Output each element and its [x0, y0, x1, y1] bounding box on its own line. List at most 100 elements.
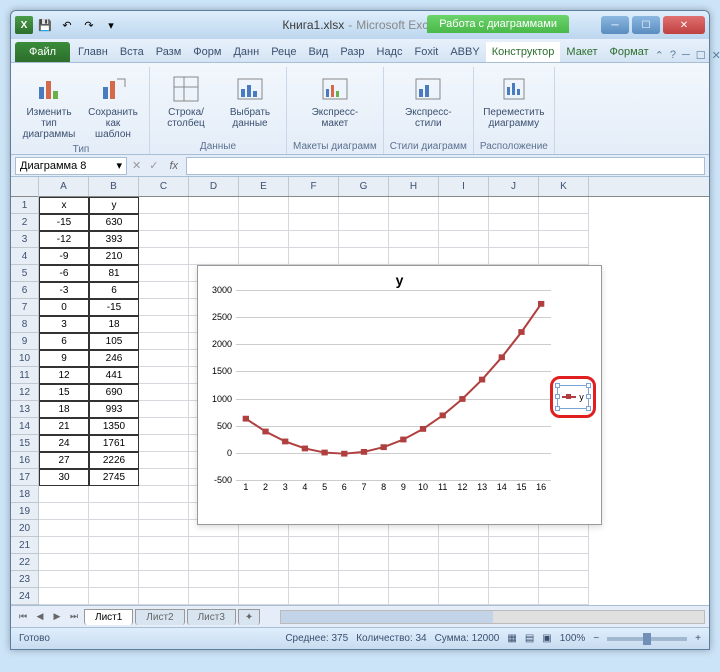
- cell[interactable]: 0: [39, 299, 89, 316]
- ribbon-button[interactable]: Сохранить как шаблон: [83, 71, 143, 142]
- ribbon-button[interactable]: Экспресс-макет: [305, 71, 365, 131]
- cell[interactable]: 21: [39, 418, 89, 435]
- cell[interactable]: x: [39, 197, 89, 214]
- cell[interactable]: [289, 554, 339, 571]
- row-header[interactable]: 14: [11, 418, 38, 435]
- cell[interactable]: 18: [39, 401, 89, 418]
- cell[interactable]: 81: [89, 265, 139, 282]
- cell[interactable]: [39, 554, 89, 571]
- zoom-level[interactable]: 100%: [560, 633, 586, 644]
- column-header[interactable]: H: [389, 177, 439, 196]
- cell[interactable]: y: [89, 197, 139, 214]
- cell[interactable]: [89, 503, 139, 520]
- cell[interactable]: [39, 520, 89, 537]
- cell[interactable]: [439, 214, 489, 231]
- row-header[interactable]: 15: [11, 435, 38, 452]
- cell[interactable]: [289, 537, 339, 554]
- cell[interactable]: [39, 571, 89, 588]
- cell[interactable]: 3: [39, 316, 89, 333]
- ribbon-tab[interactable]: Foxit: [408, 42, 444, 62]
- zoom-out-button[interactable]: −: [593, 633, 599, 644]
- ribbon-button[interactable]: Изменить тип диаграммы: [19, 71, 79, 142]
- cell[interactable]: 441: [89, 367, 139, 384]
- row-header[interactable]: 23: [11, 571, 38, 588]
- cell[interactable]: [489, 554, 539, 571]
- row-header[interactable]: 3: [11, 231, 38, 248]
- ribbon-tab[interactable]: Разм: [150, 42, 188, 62]
- cell[interactable]: [39, 486, 89, 503]
- cell[interactable]: [539, 554, 589, 571]
- cell[interactable]: [89, 588, 139, 605]
- fx-icon[interactable]: fx: [163, 160, 184, 172]
- cell[interactable]: [389, 197, 439, 214]
- row-header[interactable]: 13: [11, 401, 38, 418]
- cell[interactable]: [39, 588, 89, 605]
- cell[interactable]: [139, 316, 189, 333]
- cell[interactable]: 630: [89, 214, 139, 231]
- cell[interactable]: [339, 571, 389, 588]
- zoom-in-button[interactable]: +: [695, 633, 701, 644]
- column-header[interactable]: F: [289, 177, 339, 196]
- cell[interactable]: [139, 214, 189, 231]
- cell[interactable]: [389, 554, 439, 571]
- cell[interactable]: 690: [89, 384, 139, 401]
- ribbon-button[interactable]: Выбрать данные: [220, 71, 280, 131]
- ribbon-button[interactable]: Экспресс-стили: [398, 71, 458, 131]
- cell[interactable]: [139, 197, 189, 214]
- cell[interactable]: [339, 231, 389, 248]
- cell[interactable]: 993: [89, 401, 139, 418]
- row-header[interactable]: 9: [11, 333, 38, 350]
- fx-cancel[interactable]: ✕: [129, 159, 144, 172]
- chart-object[interactable]: y -500050010001500200025003000 123456789…: [197, 265, 602, 525]
- doc-minimize-icon[interactable]: ─: [682, 49, 690, 62]
- cell[interactable]: [239, 537, 289, 554]
- cell[interactable]: [539, 197, 589, 214]
- doc-close-icon[interactable]: ✕: [712, 49, 720, 62]
- ribbon-tab[interactable]: ABBY: [444, 42, 485, 62]
- cell[interactable]: [539, 231, 589, 248]
- cell[interactable]: 9: [39, 350, 89, 367]
- cell[interactable]: 2226: [89, 452, 139, 469]
- cell[interactable]: [189, 554, 239, 571]
- cell[interactable]: [239, 588, 289, 605]
- cell[interactable]: [89, 520, 139, 537]
- formula-bar[interactable]: [186, 157, 705, 175]
- cell[interactable]: [289, 588, 339, 605]
- cell[interactable]: [139, 554, 189, 571]
- column-header[interactable]: J: [489, 177, 539, 196]
- row-header[interactable]: 16: [11, 452, 38, 469]
- cell[interactable]: [189, 588, 239, 605]
- row-header[interactable]: 10: [11, 350, 38, 367]
- cell[interactable]: [189, 248, 239, 265]
- select-all-corner[interactable]: [11, 177, 38, 197]
- cell[interactable]: [239, 214, 289, 231]
- chart-plot-area[interactable]: -500050010001500200025003000 12345678910…: [204, 290, 551, 504]
- cell[interactable]: [89, 537, 139, 554]
- cell[interactable]: 393: [89, 231, 139, 248]
- cell[interactable]: [189, 571, 239, 588]
- cell[interactable]: [139, 418, 189, 435]
- cell[interactable]: 24: [39, 435, 89, 452]
- cell[interactable]: [489, 214, 539, 231]
- cell[interactable]: [239, 571, 289, 588]
- cell[interactable]: [139, 537, 189, 554]
- ribbon-tab[interactable]: Вид: [302, 42, 334, 62]
- view-normal-icon[interactable]: ▦: [507, 633, 516, 644]
- row-header[interactable]: 11: [11, 367, 38, 384]
- cell[interactable]: [239, 231, 289, 248]
- cell[interactable]: -15: [89, 299, 139, 316]
- cell[interactable]: [139, 248, 189, 265]
- chart-legend[interactable]: y: [551, 290, 595, 504]
- cell[interactable]: [539, 571, 589, 588]
- cell[interactable]: [389, 214, 439, 231]
- cell[interactable]: [289, 571, 339, 588]
- cell[interactable]: [389, 231, 439, 248]
- cell[interactable]: [289, 231, 339, 248]
- column-header[interactable]: E: [239, 177, 289, 196]
- cell[interactable]: 18: [89, 316, 139, 333]
- column-header[interactable]: C: [139, 177, 189, 196]
- cell[interactable]: 12: [39, 367, 89, 384]
- cell[interactable]: [489, 197, 539, 214]
- row-header[interactable]: 19: [11, 503, 38, 520]
- cell[interactable]: [89, 554, 139, 571]
